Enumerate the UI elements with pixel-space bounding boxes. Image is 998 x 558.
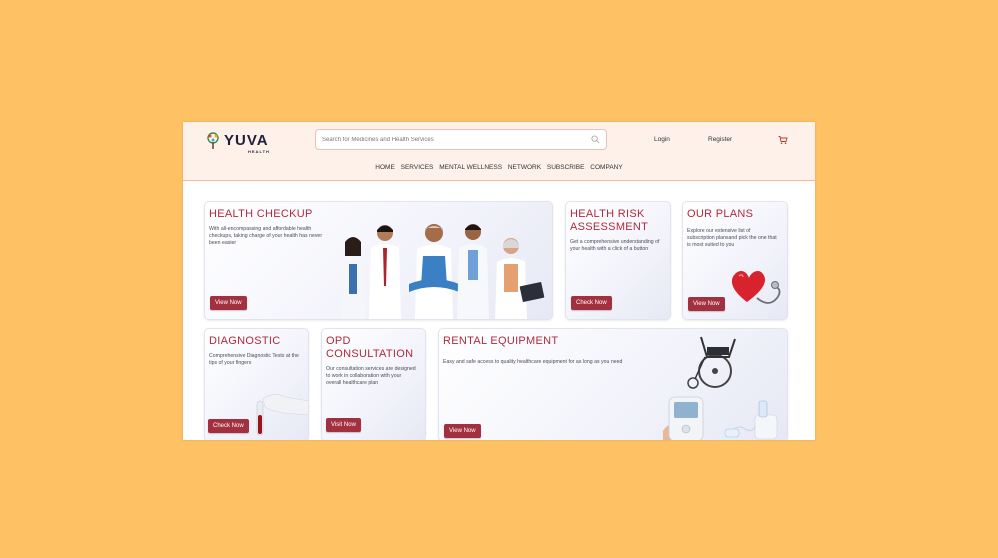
nav-home[interactable]: HOME	[375, 164, 395, 171]
health-risk-desc: Get a comprehensive understanding of you…	[570, 239, 660, 252]
tree-logo-icon	[207, 132, 219, 149]
our-plans-view-button[interactable]: View Now	[688, 297, 725, 311]
cart-icon[interactable]	[778, 135, 788, 145]
health-risk-title: HEALTH RISK ASSESSMENT	[570, 208, 649, 233]
search-input[interactable]	[322, 133, 582, 146]
search-icon[interactable]	[591, 135, 600, 144]
rental-equipment-card[interactable]: RENTAL EQUIPMENT Easy and safe access to…	[438, 328, 788, 440]
health-checkup-title: HEALTH CHECKUP	[209, 208, 313, 220]
opd-title: OPD CONSULTATION	[326, 335, 414, 360]
diagnostic-check-button[interactable]: Check Now	[208, 419, 249, 433]
website-screenshot: YUVA HEALTH Login Register HOME SERVICES…	[183, 122, 815, 440]
health-checkup-view-button[interactable]: View Now	[210, 296, 247, 310]
our-plans-card[interactable]: OUR PLANS Explore our extensive list of …	[682, 201, 788, 320]
rental-title: RENTAL EQUIPMENT	[443, 335, 559, 347]
nav-services[interactable]: SERVICES	[401, 164, 434, 171]
heart-stethoscope-image	[731, 271, 781, 304]
brand-logo[interactable]: YUVA HEALTH	[205, 130, 275, 154]
brand-tagline: HEALTH	[248, 149, 270, 154]
site-header: YUVA HEALTH Login Register HOME SERVICES…	[183, 122, 815, 181]
opd-desc: Our consultation services are designed t…	[326, 366, 416, 386]
health-checkup-card[interactable]: HEALTH CHECKUP With all-encompassing and…	[204, 201, 553, 320]
medical-equipment-image	[663, 336, 778, 440]
diagnostic-card[interactable]: DIAGNOSTIC Comprehensive Diagnostic Test…	[204, 328, 309, 440]
health-checkup-desc: With all-encompassing and affordable hea…	[209, 226, 323, 246]
rental-view-button[interactable]: View Now	[444, 424, 481, 438]
nav-network[interactable]: NETWORK	[508, 164, 541, 171]
brand-name: YUVA	[224, 132, 269, 149]
register-link[interactable]: Register	[708, 136, 732, 143]
diagnostic-title: DIAGNOSTIC	[209, 335, 281, 347]
diagnostic-desc: Comprehensive Diagnostic Tests at the ti…	[209, 353, 299, 366]
nav-subscribe[interactable]: SUBSCRIBE	[547, 164, 585, 171]
nav-company[interactable]: COMPANY	[590, 164, 622, 171]
main-nav: HOME SERVICES MENTAL WELLNESS NETWORK SU…	[183, 164, 815, 171]
nav-mental-wellness[interactable]: MENTAL WELLNESS	[439, 164, 502, 171]
doctors-group-image	[341, 224, 545, 319]
opd-consultation-card[interactable]: OPD CONSULTATION Our consultation servic…	[321, 328, 426, 440]
blood-sample-hand-image	[256, 394, 308, 436]
rental-desc: Easy and safe access to quality healthca…	[443, 359, 623, 365]
our-plans-desc: Explore our extensive list of subscripti…	[687, 228, 777, 248]
search-box	[315, 129, 607, 150]
login-link[interactable]: Login	[654, 136, 670, 143]
opd-visit-button[interactable]: Visit Now	[326, 418, 361, 432]
health-risk-card[interactable]: HEALTH RISK ASSESSMENT Get a comprehensi…	[565, 201, 671, 320]
our-plans-title: OUR PLANS	[687, 208, 754, 220]
health-risk-check-button[interactable]: Check Now	[571, 296, 612, 310]
